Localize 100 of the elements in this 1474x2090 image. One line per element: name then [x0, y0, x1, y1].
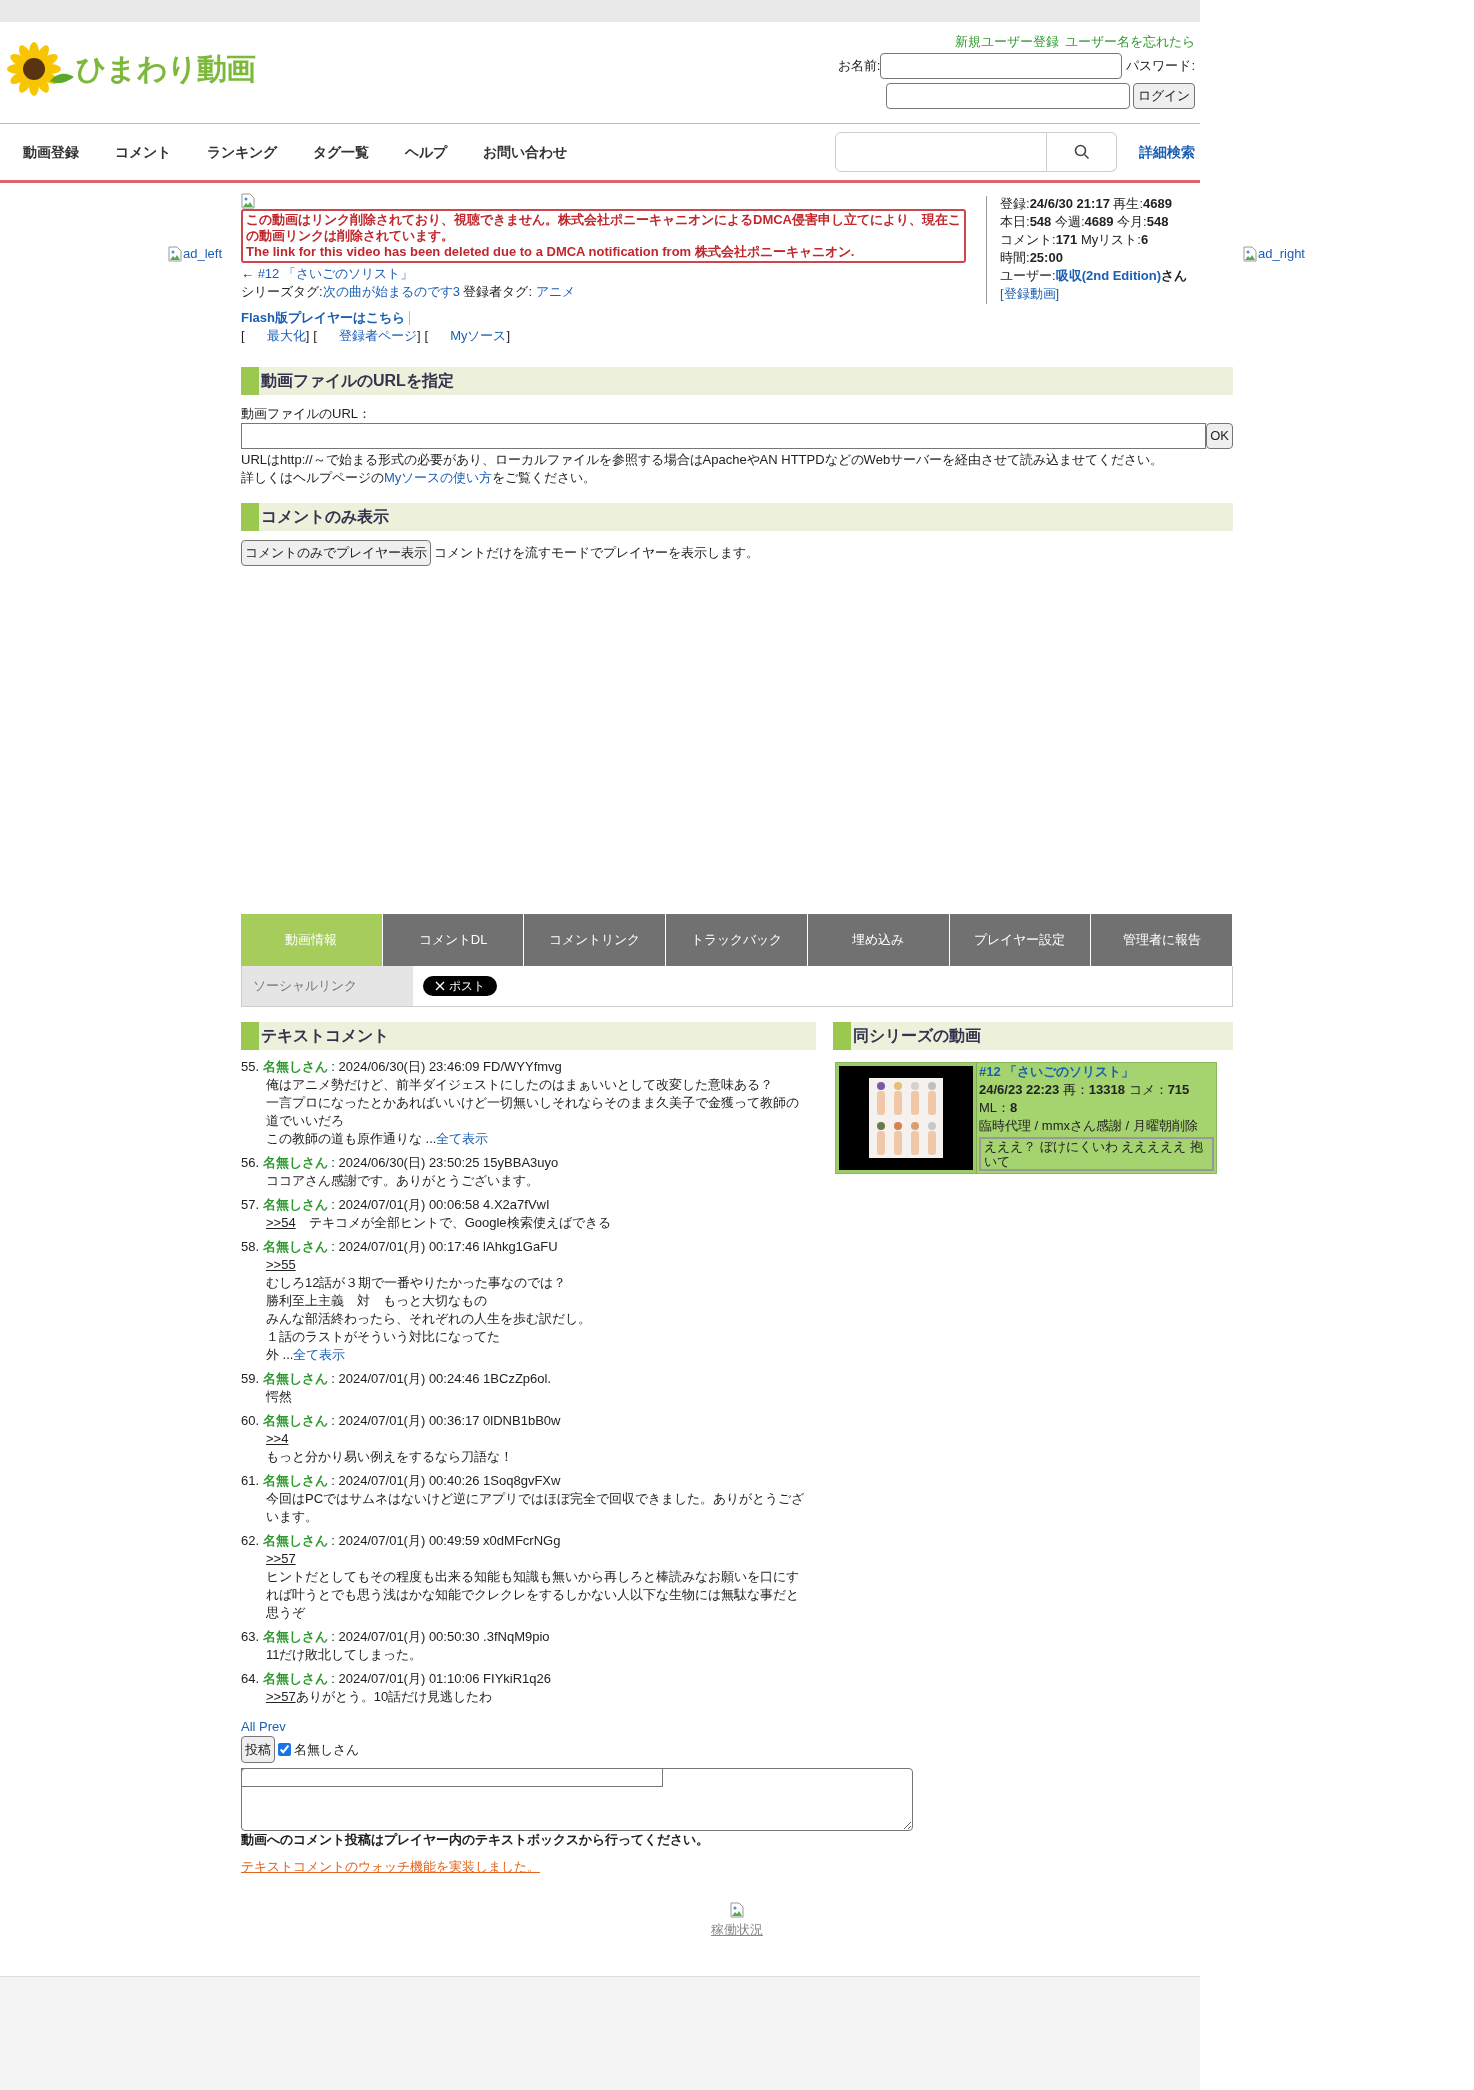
bracket-text: [: [424, 327, 429, 345]
nav-item[interactable]: ランキング: [207, 141, 277, 163]
reply-link[interactable]: >>54: [266, 1215, 296, 1230]
stat-line: コメント:171 Myリスト:6: [1000, 231, 1150, 249]
search-button[interactable]: [1047, 132, 1117, 172]
info-tab[interactable]: 埋め込み: [807, 914, 950, 966]
advanced-search-link[interactable]: 詳細検索: [1139, 141, 1195, 163]
info-tab[interactable]: コメントリンク: [524, 914, 667, 966]
video-description: 臨時代理 / mmxさん感謝 / 月曜朝削除: [979, 1117, 1199, 1135]
commenter-name: 名無しさん: [262, 1239, 328, 1254]
comment-number: 62.: [241, 1533, 260, 1548]
help-text: をご覧ください。: [492, 470, 597, 485]
account-link[interactable]: ユーザー名を忘れたら: [1065, 32, 1195, 52]
search-icon: [1073, 144, 1090, 160]
show-all-link[interactable]: 全て表示: [293, 1347, 346, 1362]
previous-episode-link[interactable]: #12 「さいごのソリスト」: [257, 266, 413, 281]
comment-number: 63.: [241, 1629, 260, 1644]
comment-meta: : 2024/07/01(月) 00:24:46 1BCzZp6ol.: [331, 1371, 552, 1386]
video-stats: 24/6/23 22:23 再：13318 コメ：715 ML：8: [979, 1081, 1191, 1117]
comment-number: 64.: [241, 1671, 260, 1686]
field-label: お名前:: [837, 56, 881, 75]
commenter-name: 名無しさん: [262, 1155, 328, 1170]
post-submit-button[interactable]: 投稿: [241, 1736, 275, 1763]
broken-image-icon: [241, 193, 255, 209]
search-input[interactable]: [835, 132, 1047, 172]
bracket-text: ]: [305, 327, 310, 345]
comment-text: むしろ12話が３期で一番やりたかった事なのでは？: [266, 1275, 567, 1290]
post-button[interactable]: ポスト: [423, 976, 497, 996]
comment-text: テキコメが全部ヒントで、Google検索使えばできる: [307, 1215, 611, 1230]
comment-text: 愕然: [266, 1389, 292, 1404]
commenter-name: 名無しさん: [262, 1413, 328, 1428]
commenter-name: 名無しさん: [262, 1473, 328, 1488]
comment-meta: : 2024/07/01(月) 00:40:26 1Soq8gvFXw: [331, 1473, 561, 1488]
url-input[interactable]: [241, 423, 1207, 449]
help-link[interactable]: Myソースの使い方: [384, 470, 493, 485]
player-link[interactable]: Myソース: [450, 327, 507, 345]
login-button[interactable]: ログイン: [1133, 82, 1195, 109]
bracket-text: ]: [506, 327, 511, 345]
comment-meta: : 2024/07/01(月) 00:50:30 .3fNqM9pio: [331, 1629, 550, 1644]
comment-textarea[interactable]: [241, 1768, 913, 1831]
comment-text: 11だけ敗北してしまった。: [266, 1647, 423, 1662]
name-input[interactable]: [880, 52, 1123, 79]
comment-text: ありがとう。10話だけ見逃したわ: [295, 1689, 493, 1704]
comment-text: １話のラストがそういう対比になってた: [266, 1329, 500, 1344]
reply-link[interactable]: >>57: [266, 1551, 296, 1566]
comment-number: 56.: [241, 1155, 260, 1170]
broken-image-icon: [730, 1902, 744, 1918]
ad-alt-text[interactable]: ad_left: [183, 245, 223, 263]
account-link[interactable]: 新規ユーザー登録: [955, 32, 1059, 52]
commenter-name: 名無しさん: [262, 1371, 328, 1386]
show-all-link[interactable]: 全て表示: [436, 1131, 489, 1146]
info-tab[interactable]: コメントDL: [382, 914, 525, 966]
comment-only-button[interactable]: コメントのみでプレイヤー表示: [241, 540, 431, 566]
bracket-text: [: [313, 327, 317, 345]
nav-item[interactable]: ヘルプ: [405, 141, 447, 163]
all-prev-link[interactable]: All Prev: [241, 1718, 1233, 1736]
series-video-card[interactable]: #12 「さいごのソリスト」 24/6/23 22:23 再：13318 コメ：715 ML：8 臨時代理 / mmxさん感謝 / 月曜朝削除 えええ？ ぼけにくいわ えええええ 抱いて: [835, 1062, 1217, 1174]
info-tab[interactable]: 管理者に報告: [1091, 914, 1233, 966]
mode-description: コメントだけを流すモードでプレイヤーを表示します。: [434, 544, 759, 562]
nav-item[interactable]: お問い合わせ: [483, 141, 567, 163]
nav-item[interactable]: タグ一覧: [313, 141, 369, 163]
status-link[interactable]: 稼働状況: [711, 1921, 763, 1939]
help-text: URLはhttp://～で始まる形式の必要があり、ローカルファイルを参照する場合はApacheやAN HTTPDなどのWebサーバーを経由させて読み込ませてください。: [241, 451, 1165, 469]
reply-link[interactable]: >>55: [266, 1257, 296, 1272]
field-label: パスワード:: [1126, 56, 1195, 75]
comment-meta: : 2024/07/01(月) 01:10:06 FIYkiR1q26: [331, 1671, 552, 1686]
watch-feature-link[interactable]: テキストコメントのウォッチ機能を実装しました。: [241, 1858, 540, 1876]
commenter-name: 名無しさん: [262, 1197, 328, 1212]
comment-number: 61.: [241, 1473, 260, 1488]
arrow-text: ←: [241, 266, 254, 281]
nav-item[interactable]: 動画登録: [23, 141, 79, 163]
commenter-name: 名無しさん: [262, 1671, 328, 1686]
nav-item[interactable]: コメント: [115, 141, 171, 163]
anonymous-checkbox[interactable]: [278, 1743, 291, 1756]
comment-text: この教師の道も原作通りな ...: [266, 1131, 437, 1146]
notice-text: この動画はリンク削除されており、視聴できません。株式会社ポニーキャニオンによるDMCA侵害申し立てにより、現在この動画リンクは削除されています。: [246, 212, 961, 244]
info-tab[interactable]: プレイヤー設定: [949, 914, 1092, 966]
comment-text: 外 ...: [266, 1347, 294, 1362]
comment-text: 一言プロになったとかあればいいけど一切無いしそれならそのまま久美子で金獲って教師の道でいいだろ: [266, 1095, 799, 1128]
reply-link[interactable]: >>4: [266, 1431, 289, 1446]
uploads-link[interactable]: [登録動画]: [1000, 286, 1060, 301]
stat-line: 登録:24/6/30 21:17 再生:4689: [1000, 195, 1173, 213]
tag-link[interactable]: アニメ: [535, 284, 575, 299]
tag-label: シリーズタグ:: [241, 284, 323, 299]
info-tab[interactable]: トラックバック: [666, 914, 808, 966]
broken-image-icon: [168, 246, 182, 262]
stat-line: 時間:25:00: [1000, 249, 1064, 267]
reply-link[interactable]: >>57: [266, 1689, 296, 1704]
section-title: テキストコメント: [261, 1027, 389, 1045]
comment-text: ヒントだとしてもその程度も出来る知能も知識も無いから再しろと棒読みなお願いを口にすれば叶うとでも思う浅はかな知能でクレクレをするしかない人以下な生物には無駄な事だと思うぞ: [266, 1569, 799, 1620]
player-link[interactable]: 登録者ページ: [338, 327, 417, 345]
password-input[interactable]: [886, 82, 1130, 109]
ad-alt-text[interactable]: ad_right: [1258, 245, 1305, 263]
ok-button[interactable]: OK: [1206, 423, 1233, 449]
latest-comment: えええ？ ぼけにくいわ えええええ 抱いて: [979, 1137, 1214, 1171]
input-field[interactable]: [241, 1768, 663, 1787]
broken-image-icon: [1243, 246, 1257, 262]
flash-player-link[interactable]: Flash版プレイヤーはこちら: [241, 309, 405, 327]
player-link[interactable]: 最大化: [266, 327, 306, 345]
help-text: 詳しくはヘルプページの: [241, 470, 384, 485]
